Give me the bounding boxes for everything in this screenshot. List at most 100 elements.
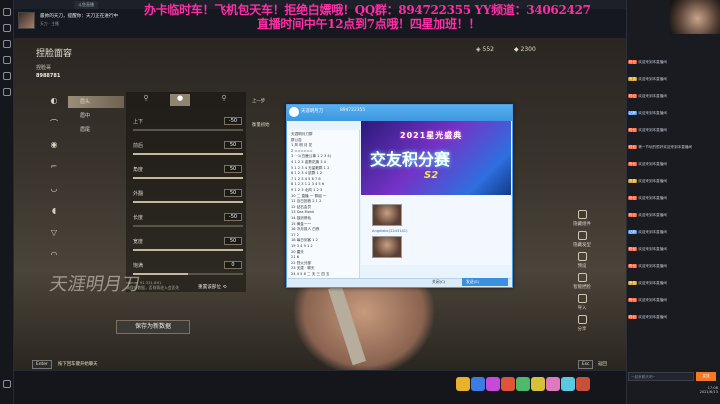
browser-tab[interactable]: 斗鱼直播	[74, 1, 98, 9]
qq-member-item[interactable]: 18 每日剑客 1 2	[291, 238, 318, 243]
hide-component-label: 隐藏组件	[573, 222, 591, 227]
chin-icon[interactable]: ▽	[46, 228, 62, 242]
slider-track[interactable]	[133, 225, 243, 227]
gift-icon[interactable]	[561, 377, 575, 391]
qq-member-item[interactable]: 天涯明月刀群	[291, 132, 313, 137]
qq-member-item[interactable]: 17 2	[291, 233, 299, 237]
slider-label: 角度	[133, 167, 144, 173]
qq-member-item[interactable]: 5 1 2 3 4 无量散群 1 2	[291, 166, 329, 171]
tab-brow-tail[interactable]: ⚲	[214, 94, 234, 106]
slider-value-input[interactable]: 50	[224, 165, 242, 173]
slider-track[interactable]	[133, 249, 243, 251]
qq-member-item[interactable]: 11 百日回首 2 1 2	[291, 199, 321, 204]
qq-member-item[interactable]: 23 天涯 · 聊天	[291, 266, 315, 271]
chat-image-1[interactable]	[372, 204, 402, 226]
save-new-data-button[interactable]: 保存为新数据	[116, 320, 190, 334]
chat-message-text: 欢迎来到本直播间	[638, 230, 667, 234]
hide-component-button[interactable]: 隐藏组件	[566, 210, 598, 227]
gift-icon[interactable]	[501, 377, 515, 391]
qq-member-item[interactable]: 2 ======	[291, 149, 313, 153]
slider-label: 上下	[133, 119, 144, 125]
qq-member-item[interactable]: 1 风 明 月 花	[291, 143, 312, 148]
qq-member-item[interactable]: 16 冷月孤人 白夜	[291, 227, 319, 232]
enter-chat-hint: 按下回车键开始聊天	[58, 362, 98, 367]
slider-value-input[interactable]: 50	[224, 237, 242, 245]
qq-member-item[interactable]: 8 1 2 3 1 2 3 4 5 6	[291, 182, 324, 186]
eyebrow-icon[interactable]: ⌒	[46, 118, 62, 132]
undo-button[interactable]: 上一步	[252, 98, 265, 104]
qq-member-item[interactable]: 24 4 5 6 二 天 三 四 五	[291, 272, 330, 277]
history-icon[interactable]	[3, 88, 11, 96]
preset-button[interactable]: 预设	[566, 252, 598, 269]
share-button[interactable]: 分享	[566, 315, 598, 332]
qq-member-item[interactable]: 15 黄金一一	[291, 222, 311, 227]
video-icon[interactable]	[3, 56, 11, 64]
slider-value-input[interactable]: 50	[224, 189, 242, 197]
game-icon[interactable]	[3, 72, 11, 80]
jaw-icon[interactable]: ◠	[46, 250, 62, 264]
qq-send-button[interactable]: 发送(S)	[462, 278, 508, 286]
reset-part-button[interactable]: 重置该部位 ⟲	[198, 284, 226, 290]
chat-input[interactable]: 一起来聊天吧~	[628, 372, 694, 381]
qq-member-item[interactable]: 13 Sea Monk	[291, 210, 314, 214]
qq-member-item[interactable]: 12 钻石会员	[291, 205, 311, 210]
gift-icon[interactable]	[531, 377, 545, 391]
streamer-avatar[interactable]	[18, 12, 35, 29]
smart-face-button[interactable]: 智能捏脸	[566, 273, 598, 290]
nose-icon[interactable]: ⌐	[46, 162, 62, 176]
ad-headline: 2021星光盛典	[400, 131, 463, 140]
currency-silver: ◈ 552	[476, 46, 494, 53]
import-button[interactable]: 导入	[566, 294, 598, 311]
slider-track[interactable]	[133, 153, 243, 155]
gift-icon[interactable]	[471, 377, 485, 391]
qq-close-button[interactable]: 关闭(C)	[432, 279, 445, 285]
fan-badge: 粉丝	[628, 315, 638, 319]
gift-icon[interactable]	[456, 377, 470, 391]
face-shape-icon[interactable]: ◐	[46, 96, 62, 110]
compare-button[interactable]: 衡量初始	[252, 122, 270, 128]
qq-member-item[interactable]: 10 二 直播 一 群组 一	[291, 194, 326, 199]
settings-icon[interactable]	[3, 380, 11, 388]
sub-item-brow-tail[interactable]: 眉尾	[68, 124, 124, 136]
qq-member-item[interactable]: 21 6	[291, 255, 299, 259]
gift-icon[interactable]	[546, 377, 560, 391]
chat-message: 钻粉 欢迎来到本直播间	[628, 230, 718, 235]
qq-member-item[interactable]: 14 独剑修仙	[291, 216, 311, 221]
slider-value-input[interactable]: -50	[224, 117, 242, 125]
mouth-icon[interactable]: ◡	[46, 184, 62, 198]
slider-track[interactable]	[133, 129, 243, 131]
eye-icon[interactable]: ◉	[46, 140, 62, 154]
slider-value-input[interactable]: -50	[224, 213, 242, 221]
hide-hairstyle-button[interactable]: 隐藏发型	[566, 231, 598, 248]
slider-label: 饱满	[133, 263, 144, 269]
slider-value-input[interactable]: 0	[224, 261, 242, 269]
qq-member-item[interactable]: 20 雷天	[291, 250, 304, 255]
slider-value-input[interactable]: 50	[224, 141, 242, 149]
chat-send-button[interactable]: 发送	[696, 372, 716, 381]
qq-member-item[interactable]: 群公告	[291, 138, 302, 143]
ear-icon[interactable]: ◖	[46, 206, 62, 220]
ad-season: S2	[424, 170, 439, 181]
sub-item-brow-mid[interactable]: 眉中	[68, 110, 124, 122]
sub-item-brow-head[interactable]: 眉头	[68, 96, 124, 108]
gift-icon[interactable]	[516, 377, 530, 391]
qq-member-item[interactable]: 6 1 2 3 4 鼠群 1 2	[291, 171, 322, 176]
qq-member-item[interactable]: 3 ···1(白鹿公事 1 2 3 4)	[291, 154, 331, 159]
tab-brow-head[interactable]: ⚲	[136, 94, 156, 106]
qq-member-item[interactable]: 9 1 2 3 北风 1 2 3	[291, 188, 322, 193]
back-hint[interactable]: 返回	[598, 361, 607, 367]
follow-icon[interactable]	[3, 24, 11, 32]
category-icon[interactable]	[3, 40, 11, 48]
tab-brow-mid[interactable]: ●	[170, 94, 190, 106]
qq-member-item[interactable]: 7 1 2 3 4 5 6 7 8	[291, 177, 321, 181]
gift-icon[interactable]	[576, 377, 590, 391]
chat-image-2[interactable]	[372, 236, 402, 258]
slider-track[interactable]	[133, 201, 243, 203]
qq-member-item[interactable]: 19 3 4 9 1 2	[291, 244, 313, 248]
qq-member-list: 天涯明月刀群 群公告 1 风 明 月 花2 ====== 3 ···1(白鹿公事 1 …	[288, 130, 360, 278]
qq-member-item[interactable]: 4 1 2 3 金葵花旗 3 4	[291, 160, 326, 165]
slider-track[interactable]	[133, 273, 243, 275]
home-icon[interactable]	[3, 8, 11, 16]
slider-track[interactable]	[133, 177, 243, 179]
gift-icon[interactable]	[486, 377, 500, 391]
